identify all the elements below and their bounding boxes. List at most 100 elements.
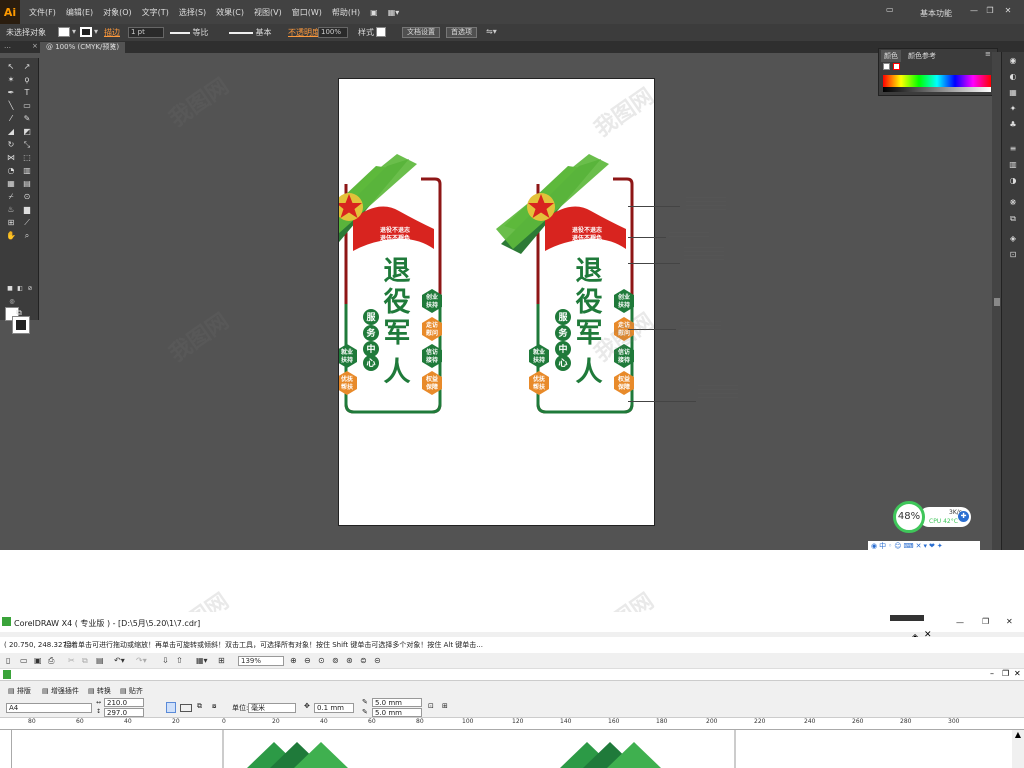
menu-select[interactable]: 选择(S) — [174, 7, 211, 18]
current-page-icon[interactable]: ⧇ — [212, 702, 216, 711]
duplicate-distance-y[interactable]: 5.0 mm — [372, 708, 422, 717]
doc-minimize-icon[interactable]: – — [990, 669, 994, 678]
pen-tool-icon[interactable]: ✒ — [6, 88, 16, 97]
gradient-mode-icon[interactable]: ◧ — [15, 284, 25, 293]
tab-previous[interactable]: … — [4, 42, 11, 50]
menu-help[interactable]: 帮助(H) — [327, 7, 365, 18]
horizontal-ruler[interactable]: 80 60 40 20 0 20 40 60 80 100 120 140 16… — [0, 718, 1024, 730]
restore-icon[interactable]: ❐ — [982, 617, 989, 626]
opacity-field[interactable]: 100% — [318, 27, 348, 38]
page-size-select[interactable]: A4 — [6, 703, 92, 713]
minimize-icon[interactable]: — — [956, 618, 964, 627]
print-icon[interactable]: ⎙ — [48, 656, 54, 666]
symbols-icon[interactable]: ♣ — [1007, 120, 1019, 130]
artboards-icon[interactable]: ⧉ — [1007, 214, 1019, 224]
import-icon[interactable]: ⇩ — [162, 656, 169, 665]
direct-selection-tool-icon[interactable]: ↗ — [22, 62, 32, 71]
doc-restore-icon[interactable]: ❐ — [1002, 669, 1009, 678]
landscape-button[interactable] — [180, 704, 192, 712]
layers-icon[interactable]: ◈ — [1007, 234, 1019, 244]
magic-wand-icon[interactable]: ✶ — [6, 75, 16, 84]
draw-mode-icon[interactable]: ◎ — [7, 297, 17, 306]
plugin-snap[interactable]: ▤ 贴齐 — [120, 686, 143, 696]
scale-tool-icon[interactable]: ⤡ — [22, 140, 32, 149]
preferences-button[interactable]: 首选项 — [446, 27, 477, 38]
arrange-icon[interactable]: ⇋▾ — [486, 27, 497, 36]
zoom-tool-icon[interactable]: ⌕ — [22, 231, 32, 240]
accelerate-icon[interactable]: ✚ — [958, 511, 969, 522]
menu-object[interactable]: 对象(O) — [98, 7, 137, 18]
rotate-tool-icon[interactable]: ↻ — [6, 140, 16, 149]
width-tool-icon[interactable]: ⋈ — [6, 153, 16, 162]
stroke-icon[interactable]: ≡ — [1007, 144, 1019, 154]
arrange-documents-icon[interactable]: ▦▾ — [383, 8, 405, 17]
document-setup-button[interactable]: 文档设置 — [402, 27, 440, 38]
zoom-out-icon[interactable]: ⊖ — [304, 656, 311, 665]
scroll-up-icon[interactable]: ▲ — [1012, 730, 1024, 768]
pencil-tool-icon[interactable]: ✎ — [22, 114, 32, 123]
color-icon[interactable]: ◐ — [1007, 72, 1019, 82]
zoom-height-icon[interactable]: ⊝ — [374, 656, 381, 665]
color-spectrum[interactable] — [883, 75, 991, 87]
menu-view[interactable]: 视图(V) — [249, 7, 287, 18]
grayscale-ramp[interactable] — [883, 87, 991, 92]
menu-edit[interactable]: 编辑(E) — [61, 7, 98, 18]
selection-tool-icon[interactable]: ↖ — [6, 62, 16, 71]
ime-toolbar[interactable]: ◉中◦☺⌨✕▾❤✦ — [868, 541, 980, 550]
rectangle-tool-icon[interactable]: ▭ — [22, 101, 32, 110]
blend-tool-icon[interactable]: ⊙ — [22, 192, 32, 201]
system-monitor-widget[interactable]: 3K/s CPU 42°C ✚ 48% — [893, 501, 973, 533]
gradient-tool-icon[interactable]: ▤ — [22, 179, 32, 188]
paste-icon[interactable]: ▤ — [96, 656, 104, 665]
plugin-convert[interactable]: ▤ 转换 — [88, 686, 111, 696]
copy-icon[interactable]: ⧉ — [82, 656, 88, 666]
eyedropper-tool-icon[interactable]: ⌿ — [6, 192, 16, 201]
tab-color[interactable]: 颜色 — [881, 50, 901, 62]
nudge-distance-field[interactable]: 0.1 mm — [314, 703, 354, 713]
artboard-tool-icon[interactable]: ⊞ — [6, 218, 16, 227]
close-icon[interactable]: ✕ — [1002, 6, 1014, 16]
plugin-typesetting[interactable]: ▤ 排版 — [8, 686, 31, 696]
stroke-label[interactable]: 描边 — [104, 27, 120, 38]
chevron-down-icon[interactable]: ▾ — [94, 27, 98, 36]
menu-window[interactable]: 窗口(W) — [287, 7, 327, 18]
blob-brush-icon[interactable]: ◢ — [6, 127, 16, 136]
brush-definition[interactable]: 基本 — [229, 27, 275, 38]
line-tool-icon[interactable]: ╲ — [6, 101, 16, 110]
swatches-icon[interactable]: ▦ — [1007, 88, 1019, 98]
tab-color-guide[interactable]: 颜色参考 — [905, 50, 939, 62]
redo-icon[interactable]: ↷▾ — [136, 656, 147, 665]
fill-swatch[interactable] — [58, 27, 70, 37]
color-mode-icon[interactable]: ■ — [5, 284, 15, 293]
treat-as-filled-icon[interactable]: ⊡ — [428, 702, 434, 710]
vertical-ruler[interactable] — [0, 730, 12, 768]
all-pages-icon[interactable]: ⧉ — [197, 702, 202, 711]
column-graph-icon[interactable]: ▆ — [22, 205, 32, 214]
welcome-screen-icon[interactable]: ⊞ — [218, 656, 225, 665]
panel-menu-icon[interactable]: ≡ — [985, 50, 991, 58]
export-icon[interactable]: ⇧ — [176, 656, 183, 665]
stroke-swatch[interactable] — [80, 27, 92, 37]
artboard[interactable]: 退役不退志 退伍不褪色 退 役 军 人 服 务 中 心 创业 扶持 走访 慰问 … — [304, 78, 655, 526]
menu-effect[interactable]: 效果(C) — [211, 7, 249, 18]
units-select[interactable]: 毫米 — [248, 703, 296, 713]
appearance-icon[interactable]: ◉ — [1007, 56, 1019, 66]
minimize-icon[interactable]: — — [968, 6, 980, 16]
restore-icon[interactable]: ❐ — [984, 6, 996, 16]
menu-type[interactable]: 文字(T) — [137, 7, 174, 18]
gradient-icon[interactable]: ▥ — [1007, 160, 1019, 170]
stroke-color-box[interactable] — [12, 316, 30, 334]
zoom-width-icon[interactable]: ⊜ — [360, 656, 367, 665]
hand-tool-icon[interactable]: ✋ — [6, 231, 16, 240]
opacity-label[interactable]: 不透明度 — [288, 27, 320, 38]
variable-width-profile[interactable]: 等比 — [170, 27, 216, 37]
slice-tool-icon[interactable]: ⟋ — [22, 218, 32, 227]
page-height-field[interactable]: 297.0 mm — [104, 708, 144, 725]
zoom-all-icon[interactable]: ⊚ — [332, 656, 339, 665]
drawing-canvas[interactable] — [12, 730, 1012, 768]
links-icon[interactable]: ⊡ — [1007, 250, 1019, 260]
close-icon[interactable]: × — [110, 42, 116, 50]
symbol-sprayer-icon[interactable]: ♨ — [6, 205, 16, 214]
new-document-icon[interactable]: ▯ — [6, 656, 10, 665]
application-launcher-icon[interactable]: ▦▾ — [196, 656, 208, 665]
